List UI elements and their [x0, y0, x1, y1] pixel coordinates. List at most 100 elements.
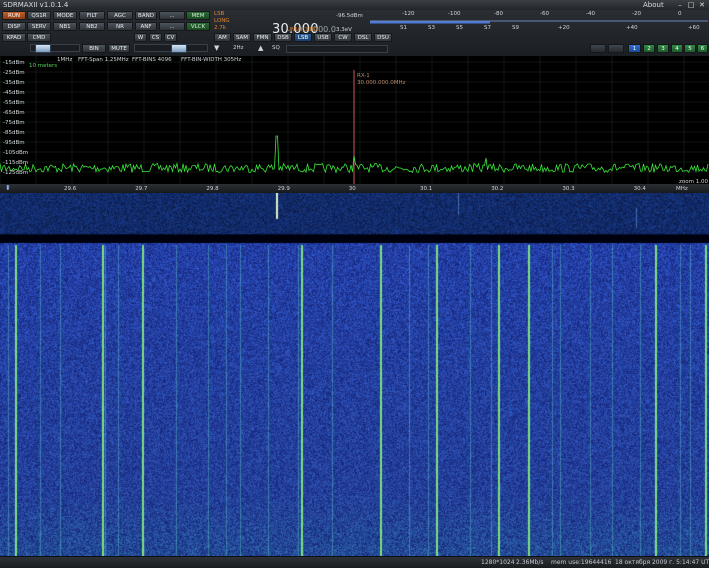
disp-button[interactable]: DISP	[2, 22, 26, 31]
frequency-tick-label: 30.1	[420, 186, 433, 192]
spectrum-graph	[0, 56, 709, 184]
db-label: -25dBm	[3, 70, 25, 76]
nr-button[interactable]: NR	[107, 22, 133, 31]
lock-status: UNLOCKED	[287, 27, 318, 33]
mode-button[interactable]: MODE	[53, 11, 77, 20]
spectrum-display[interactable]: 1MHz FFT-Span 1.25MHz FFT-BINS 4096 FFT-…	[0, 56, 709, 184]
panadapter-button-6[interactable]: 6	[697, 44, 708, 53]
mhz-unit: MHz	[676, 186, 688, 192]
squelch-slider[interactable]	[286, 45, 388, 53]
gain-slider-knob[interactable]	[35, 44, 51, 53]
fft-span-label: FFT-Span 1.25MHz	[78, 57, 129, 63]
down-arrow-icon[interactable]: ▼	[214, 44, 219, 52]
mode-info-filter: 2.7k	[214, 25, 226, 31]
frequency-tick-label: 29.6	[64, 186, 77, 192]
serv-button[interactable]: SERV	[27, 22, 51, 31]
filt-button[interactable]: FILT	[79, 11, 105, 20]
volume-slider[interactable]	[134, 44, 208, 53]
vlck-button[interactable]: VLCK	[186, 22, 210, 31]
frequency-tick-label: 29.7	[135, 186, 148, 192]
agc-button[interactable]: AGC	[107, 11, 133, 20]
resolution-status: 1280*1024	[481, 559, 515, 566]
db-label: -35dBm	[3, 80, 25, 86]
panadapter-button-1[interactable]: 1	[628, 44, 641, 53]
mem-button[interactable]: MEM	[186, 11, 210, 20]
smeter-bottom-label: S1	[400, 25, 407, 31]
smeter-bottom-label: +20	[558, 25, 570, 31]
panadapter-button-3[interactable]: 3	[657, 44, 669, 53]
control-panel: RUN QS1R MODE FILT AGC BAND ... MEM DISP…	[0, 10, 709, 56]
s-meter-scale	[370, 20, 708, 24]
smeter-top-label: -60	[540, 11, 549, 17]
fft-bins-label: FFT-BINS 4096	[132, 57, 172, 63]
anf-button[interactable]: ANF	[135, 22, 157, 31]
w-button[interactable]: W	[134, 33, 147, 42]
frequency-tick-label: 29.8	[206, 186, 219, 192]
gain-slider[interactable]	[30, 44, 80, 53]
smeter-bottom-label: S3	[428, 25, 435, 31]
frequency-tick-label: 30.3	[562, 186, 575, 192]
restore-button[interactable]: □	[687, 1, 695, 9]
panadapter-button-4[interactable]: 4	[671, 44, 683, 53]
smeter-bottom-label: S5	[456, 25, 463, 31]
cs-button[interactable]: CS	[149, 33, 162, 42]
smeter-top-label: -20	[632, 11, 641, 17]
mute-button[interactable]: MUTE	[108, 44, 130, 53]
cv-button[interactable]: CV	[164, 33, 177, 42]
kpad-button[interactable]: KPAD	[2, 33, 26, 42]
panadapter-button-5[interactable]: 5	[684, 44, 696, 53]
close-button[interactable]: ✕	[698, 1, 706, 9]
up-arrow-icon[interactable]: ▲	[258, 44, 263, 52]
more-button-1[interactable]: ...	[159, 11, 185, 20]
memory-status: mem use:19644416	[551, 559, 612, 566]
status-bar: 1280*1024 2.36Mb/s mem use:19644416 18 о…	[0, 556, 709, 568]
scale-toggle-icon[interactable]: ⬍	[5, 184, 11, 192]
zoom-label: zoom 1.00	[679, 179, 708, 185]
bin-button[interactable]: BIN	[82, 44, 106, 53]
frequency-tick-label: 29.9	[277, 186, 290, 192]
panadapter-spacer-button[interactable]	[608, 44, 624, 53]
nb2-button[interactable]: NB2	[79, 22, 105, 31]
smeter-bottom-label: +60	[688, 25, 700, 31]
mode-dsu-button[interactable]: DSU	[374, 33, 392, 42]
smeter-top-label: 0	[678, 11, 682, 17]
mode-fmn-button[interactable]: FMN	[253, 33, 272, 42]
smeter-top-label: -40	[586, 11, 595, 17]
window-title: SDRMAXII v1.0.1.4	[3, 1, 69, 9]
mode-dsl-button[interactable]: DSL	[354, 33, 372, 42]
cmd-button[interactable]: CMD	[27, 33, 51, 42]
waterfall-display[interactable]	[0, 193, 709, 556]
panadapter-button-2[interactable]: 2	[643, 44, 655, 53]
more-button-2[interactable]: ...	[159, 22, 185, 31]
smeter-top-label: -80	[494, 11, 503, 17]
band-label: 10 meters	[29, 63, 58, 69]
db-label: -55dBm	[3, 100, 25, 106]
smeter-bottom-label: +40	[626, 25, 638, 31]
frequency-tick-label: 30.4	[633, 186, 646, 192]
s-meter: -120 -100 -80 -60 -40 -20 0 S1 S3 S5 S7 …	[370, 10, 708, 32]
band-button[interactable]: BAND	[135, 11, 157, 20]
minimize-button[interactable]: –	[676, 1, 684, 9]
volume-slider-knob[interactable]	[171, 44, 187, 53]
mode-am-button[interactable]: AM	[214, 33, 231, 42]
panadapter-spacer-button[interactable]	[590, 44, 606, 53]
db-label: -15dBm	[3, 60, 25, 66]
frequency-scale: ⬍ 29.6 29.7 29.8 29.9 30 30.1 30.2 30.3 30.4 MHz…	[0, 179, 709, 193]
db-label: -105dBm	[3, 150, 29, 156]
datetime-status: 18 октября 2009 г. 5:14:47 UTC	[615, 559, 709, 566]
db-label: -125dBm	[3, 170, 29, 176]
fft-bin-width-label: FFT-BIN-WIDTH 305Hz	[181, 57, 242, 63]
nb1-button[interactable]: NB1	[53, 22, 77, 31]
db-label: -95dBm	[3, 140, 25, 146]
qs1r-button[interactable]: QS1R	[27, 11, 51, 20]
about-menu[interactable]: About	[643, 0, 664, 10]
mode-cw-button[interactable]: CW	[334, 33, 352, 42]
span-label: 1MHz	[57, 57, 73, 63]
db-label: -45dBm	[3, 90, 25, 96]
frequency-tick-label: 30	[348, 186, 356, 192]
smeter-top-label: -120	[402, 11, 415, 17]
db-label: -115dBm	[3, 160, 29, 166]
run-button[interactable]: RUN	[2, 11, 26, 20]
mode-sam-button[interactable]: SAM	[233, 33, 251, 42]
smeter-top-label: -100	[448, 11, 461, 17]
